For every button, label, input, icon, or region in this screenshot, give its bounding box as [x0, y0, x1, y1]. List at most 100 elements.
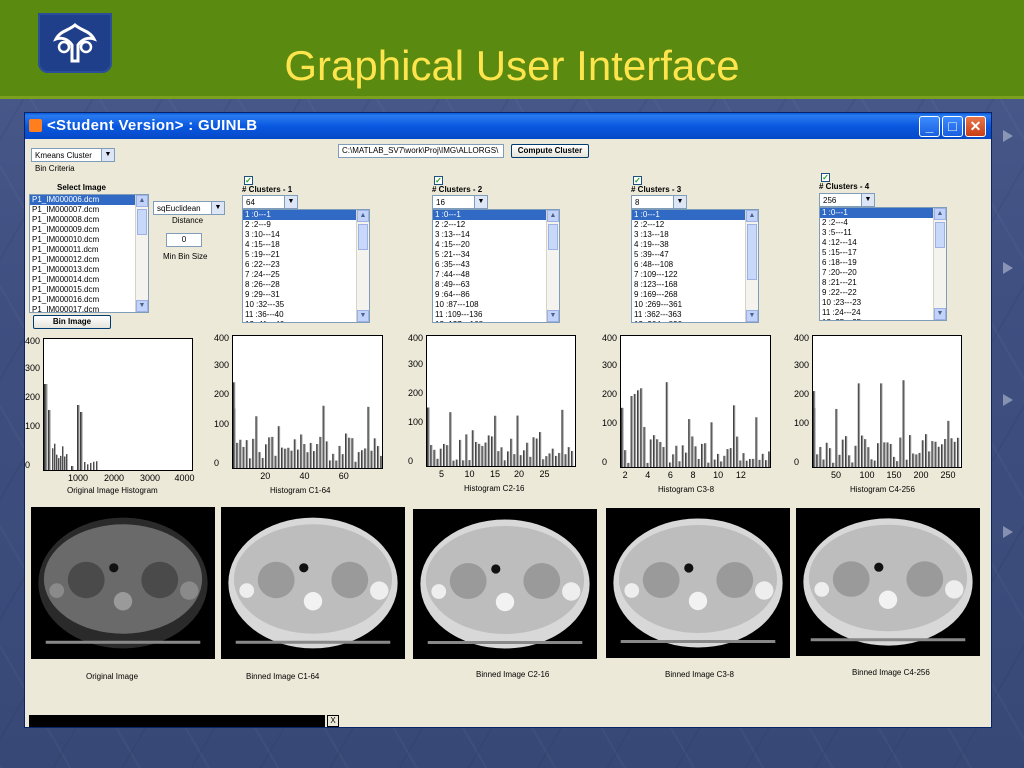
cluster-checkbox[interactable]: ✓: [633, 176, 642, 185]
cluster-list-item[interactable]: 4 :15---20: [433, 240, 547, 250]
cluster-listbox[interactable]: 1 :0---1 2 :2---12 3 :13---14 4 :15---20 5 :…: [432, 209, 560, 323]
cluster-list-item[interactable]: 2 :2---12: [433, 220, 547, 230]
cluster-list-item[interactable]: 4 :15---18: [243, 240, 357, 250]
scroll-down-icon[interactable]: ▼: [136, 300, 148, 312]
minimize-button[interactable]: _: [919, 116, 940, 137]
image-list-item[interactable]: P1_IM000013.dcm: [30, 265, 136, 275]
scroll-down-icon[interactable]: ▼: [357, 310, 369, 322]
cluster-checkbox[interactable]: ✓: [434, 176, 443, 185]
image-list-item[interactable]: P1_IM000014.dcm: [30, 275, 136, 285]
cluster-list-item[interactable]: 1 :0---1: [243, 210, 357, 220]
cluster-list-item[interactable]: 8 :123---168: [632, 280, 746, 290]
scroll-thumb[interactable]: [747, 224, 757, 280]
close-icon[interactable]: X: [327, 715, 339, 727]
cluster-list-item[interactable]: 1 :0---1: [433, 210, 547, 220]
cluster-list-scrollbar[interactable]: ▲ ▼: [933, 208, 946, 320]
cluster-list-scrollbar[interactable]: ▲ ▼: [745, 210, 758, 322]
path-field[interactable]: C:\MATLAB_SV7\work\Proj\IMG\ALLORGS\: [338, 144, 504, 158]
cluster-list-item[interactable]: 10 :269---361: [632, 300, 746, 310]
cluster-list-item[interactable]: 3 :13---14: [433, 230, 547, 240]
cluster-list-item[interactable]: 12 :41---46: [243, 320, 357, 322]
cluster-checkbox[interactable]: ✓: [244, 176, 253, 185]
cluster-count-dropdown[interactable]: 8 ▼: [631, 195, 687, 209]
cluster-list-item[interactable]: 8 :49---63: [433, 280, 547, 290]
cluster-list-item[interactable]: 8 :26---28: [243, 280, 357, 290]
cluster-count-dropdown[interactable]: 256 ▼: [819, 193, 875, 207]
cluster-list-item[interactable]: 9 :29---31: [243, 290, 357, 300]
image-list-item[interactable]: P1_IM000011.dcm: [30, 245, 136, 255]
cluster-list-item[interactable]: 12 :137---168: [433, 320, 547, 322]
scroll-up-icon[interactable]: ▲: [357, 210, 369, 222]
image-list-scrollbar[interactable]: ▲ ▼: [135, 195, 148, 312]
cluster-listbox[interactable]: 1 :0---1 2 :2---4 3 :5---11 4 :12---14 5 :15…: [819, 207, 947, 321]
close-button[interactable]: ✕: [965, 116, 986, 137]
cluster-list-item[interactable]: 10 :87---108: [433, 300, 547, 310]
scroll-down-icon[interactable]: ▼: [746, 310, 758, 322]
image-list-item[interactable]: P1_IM000006.dcm: [30, 195, 136, 205]
cluster-list-item[interactable]: 7 :44---48: [433, 270, 547, 280]
bin-image-button[interactable]: Bin Image: [33, 315, 111, 329]
compute-cluster-button[interactable]: Compute Cluster: [511, 144, 589, 158]
cluster-list-item[interactable]: 12 :364---890: [632, 320, 746, 322]
cluster-list-item[interactable]: 7 :109---122: [632, 270, 746, 280]
cluster-list-item[interactable]: 9 :22---22: [820, 288, 934, 298]
scroll-up-icon[interactable]: ▲: [547, 210, 559, 222]
scroll-down-icon[interactable]: ▼: [547, 310, 559, 322]
cluster-list-item[interactable]: 11 :109---136: [433, 310, 547, 320]
cluster-listbox[interactable]: 1 :0---1 2 :2---12 3 :13---18 4 :19---38 5 :…: [631, 209, 759, 323]
cluster-listbox[interactable]: 1 :0---1 2 :2---9 3 :10---14 4 :15---18 5 :1…: [242, 209, 370, 323]
cluster-list-item[interactable]: 10 :23---23: [820, 298, 934, 308]
cluster-list-item[interactable]: 8 :21---21: [820, 278, 934, 288]
cluster-list-item[interactable]: 9 :169---268: [632, 290, 746, 300]
cluster-checkbox[interactable]: ✓: [821, 173, 830, 182]
cluster-list-item[interactable]: 5 :21---34: [433, 250, 547, 260]
cluster-list-item[interactable]: 3 :10---14: [243, 230, 357, 240]
window-titlebar[interactable]: <Student Version> : GUINLB _ □ ✕: [25, 113, 991, 139]
image-list-item[interactable]: P1_IM000007.dcm: [30, 205, 136, 215]
scroll-thumb[interactable]: [137, 209, 147, 235]
cluster-list-item[interactable]: 1 :0---1: [632, 210, 746, 220]
cluster-list-item[interactable]: 5 :39---47: [632, 250, 746, 260]
cluster-list-item[interactable]: 3 :5---11: [820, 228, 934, 238]
cluster-list-item[interactable]: 6 :35---43: [433, 260, 547, 270]
image-list-item[interactable]: P1_IM000010.dcm: [30, 235, 136, 245]
scroll-down-icon[interactable]: ▼: [934, 308, 946, 320]
cluster-list-item[interactable]: 11 :24---24: [820, 308, 934, 318]
scroll-thumb[interactable]: [935, 222, 945, 248]
cluster-list-item[interactable]: 6 :22---23: [243, 260, 357, 270]
cluster-list-item[interactable]: 9 :64---86: [433, 290, 547, 300]
cluster-list-item[interactable]: 11 :36---40: [243, 310, 357, 320]
cluster-list-item[interactable]: 5 :15---17: [820, 248, 934, 258]
image-list-item[interactable]: P1_IM000012.dcm: [30, 255, 136, 265]
cluster-list-item[interactable]: 5 :19---21: [243, 250, 357, 260]
cluster-list-item[interactable]: 6 :18---19: [820, 258, 934, 268]
cluster-list-item[interactable]: 2 :2---9: [243, 220, 357, 230]
cluster-list-item[interactable]: 1 :0---1: [820, 208, 934, 218]
cluster-list-item[interactable]: 4 :12---14: [820, 238, 934, 248]
cluster-list-item[interactable]: 2 :2---4: [820, 218, 934, 228]
cluster-count-dropdown[interactable]: 16 ▼: [432, 195, 488, 209]
cluster-list-scrollbar[interactable]: ▲ ▼: [356, 210, 369, 322]
cluster-count-dropdown[interactable]: 64 ▼: [242, 195, 298, 209]
maximize-button[interactable]: □: [942, 116, 963, 137]
image-list-item[interactable]: P1_IM000017.dcm: [30, 305, 136, 312]
cluster-list-item[interactable]: 2 :2---12: [632, 220, 746, 230]
distance-dropdown[interactable]: sqEuclidean ▼: [153, 201, 225, 215]
image-list-item[interactable]: P1_IM000009.dcm: [30, 225, 136, 235]
image-list-item[interactable]: P1_IM000016.dcm: [30, 295, 136, 305]
scroll-thumb[interactable]: [548, 224, 558, 250]
cluster-list-scrollbar[interactable]: ▲ ▼: [546, 210, 559, 322]
bin-criteria-dropdown[interactable]: Kmeans Cluster ▼: [31, 148, 115, 162]
cluster-list-item[interactable]: 4 :19---38: [632, 240, 746, 250]
image-list-item[interactable]: P1_IM000015.dcm: [30, 285, 136, 295]
scroll-up-icon[interactable]: ▲: [934, 208, 946, 220]
scroll-thumb[interactable]: [358, 224, 368, 250]
cluster-list-item[interactable]: 11 :362---363: [632, 310, 746, 320]
image-list-item[interactable]: P1_IM000008.dcm: [30, 215, 136, 225]
cluster-list-item[interactable]: 6 :48---108: [632, 260, 746, 270]
image-listbox[interactable]: P1_IM000006.dcm P1_IM000007.dcm P1_IM00000…: [29, 194, 149, 313]
cluster-list-item[interactable]: 7 :24---25: [243, 270, 357, 280]
cluster-list-item[interactable]: 7 :20---20: [820, 268, 934, 278]
scroll-up-icon[interactable]: ▲: [746, 210, 758, 222]
cluster-list-item[interactable]: 12 :25---25: [820, 318, 934, 320]
